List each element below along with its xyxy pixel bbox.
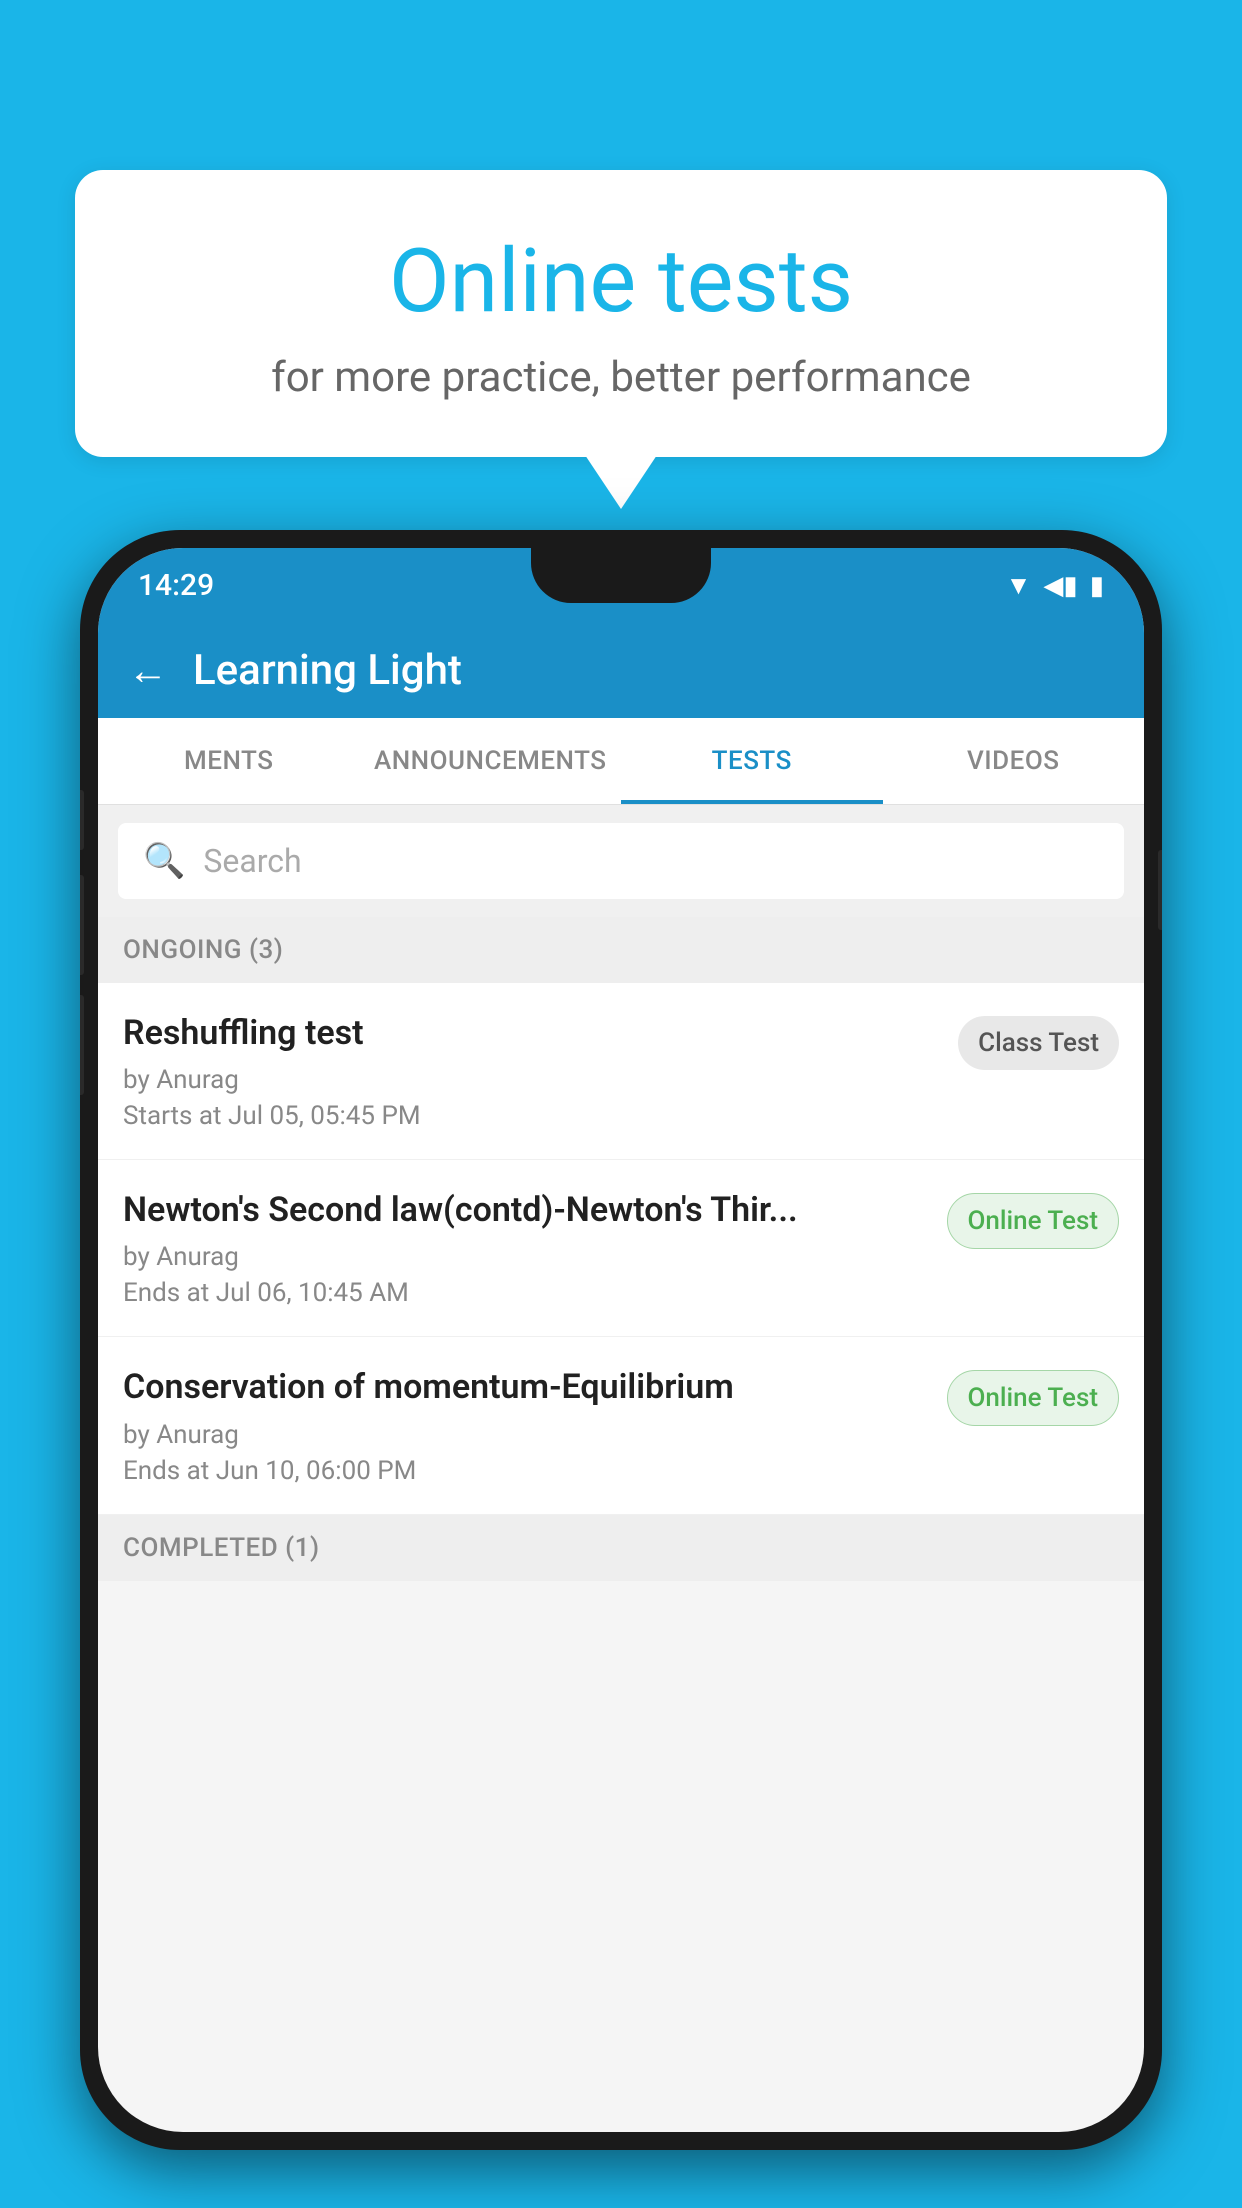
battery-icon: ▮ xyxy=(1090,571,1104,601)
test-badge-conservation: Online Test xyxy=(947,1370,1120,1426)
volume-up-button xyxy=(80,875,84,975)
test-author-newtons: by Anurag xyxy=(123,1242,927,1272)
completed-section-header: COMPLETED (1) xyxy=(98,1515,1144,1581)
tab-ments[interactable]: MENTS xyxy=(98,718,360,804)
test-badge-newtons: Online Test xyxy=(947,1193,1120,1249)
ongoing-section-header: ONGOING (3) xyxy=(98,917,1144,983)
phone-frame: 14:29 ▼ ◀▮ ▮ ← Learning Light MENTS ANNO… xyxy=(80,530,1162,2150)
test-item-conservation[interactable]: Conservation of momentum-Equilibrium by … xyxy=(98,1337,1144,1514)
power-button xyxy=(1158,850,1162,930)
bubble-title: Online tests xyxy=(125,230,1117,333)
volume-down-button xyxy=(80,995,84,1095)
ongoing-label: ONGOING (3) xyxy=(123,935,283,965)
search-bar[interactable]: 🔍 Search xyxy=(118,823,1124,899)
notch xyxy=(531,548,711,603)
speech-bubble: Online tests for more practice, better p… xyxy=(75,170,1167,457)
app-header: ← Learning Light xyxy=(98,623,1144,718)
tab-announcements[interactable]: ANNOUNCEMENTS xyxy=(360,718,622,804)
test-name-conservation: Conservation of momentum-Equilibrium xyxy=(123,1365,927,1409)
search-placeholder: Search xyxy=(203,842,301,880)
test-item-reshuffling[interactable]: Reshuffling test by Anurag Starts at Jul… xyxy=(98,983,1144,1160)
phone-screen: 14:29 ▼ ◀▮ ▮ ← Learning Light MENTS ANNO… xyxy=(98,548,1144,2132)
mute-button xyxy=(80,790,84,850)
tab-videos[interactable]: VIDEOS xyxy=(883,718,1145,804)
test-author-conservation: by Anurag xyxy=(123,1420,927,1450)
phone-container: 14:29 ▼ ◀▮ ▮ ← Learning Light MENTS ANNO… xyxy=(80,530,1162,2208)
status-icons: ▼ ◀▮ ▮ xyxy=(1006,570,1104,601)
back-button[interactable]: ← xyxy=(128,651,168,691)
test-item-newtons[interactable]: Newton's Second law(contd)-Newton's Thir… xyxy=(98,1160,1144,1337)
test-author-reshuffling: by Anurag xyxy=(123,1065,938,1095)
test-badge-reshuffling: Class Test xyxy=(958,1016,1119,1070)
completed-label: COMPLETED (1) xyxy=(123,1533,320,1563)
test-time-reshuffling: Starts at Jul 05, 05:45 PM xyxy=(123,1101,938,1131)
wifi-icon: ▼ xyxy=(1006,570,1032,601)
tabs-bar: MENTS ANNOUNCEMENTS TESTS VIDEOS xyxy=(98,718,1144,805)
test-time-newtons: Ends at Jul 06, 10:45 AM xyxy=(123,1278,927,1308)
bubble-subtitle: for more practice, better performance xyxy=(125,353,1117,402)
test-name-reshuffling: Reshuffling test xyxy=(123,1011,938,1055)
signal-icon: ◀▮ xyxy=(1043,571,1077,601)
test-name-newtons: Newton's Second law(contd)-Newton's Thir… xyxy=(123,1188,927,1232)
test-info-newtons: Newton's Second law(contd)-Newton's Thir… xyxy=(123,1188,947,1308)
tab-tests[interactable]: TESTS xyxy=(621,718,883,804)
test-info-conservation: Conservation of momentum-Equilibrium by … xyxy=(123,1365,947,1485)
search-icon: 🔍 xyxy=(143,841,185,881)
app-title: Learning Light xyxy=(193,646,462,695)
test-info-reshuffling: Reshuffling test by Anurag Starts at Jul… xyxy=(123,1011,958,1131)
search-container: 🔍 Search xyxy=(98,805,1144,917)
status-time: 14:29 xyxy=(138,568,214,603)
test-time-conservation: Ends at Jun 10, 06:00 PM xyxy=(123,1456,927,1486)
